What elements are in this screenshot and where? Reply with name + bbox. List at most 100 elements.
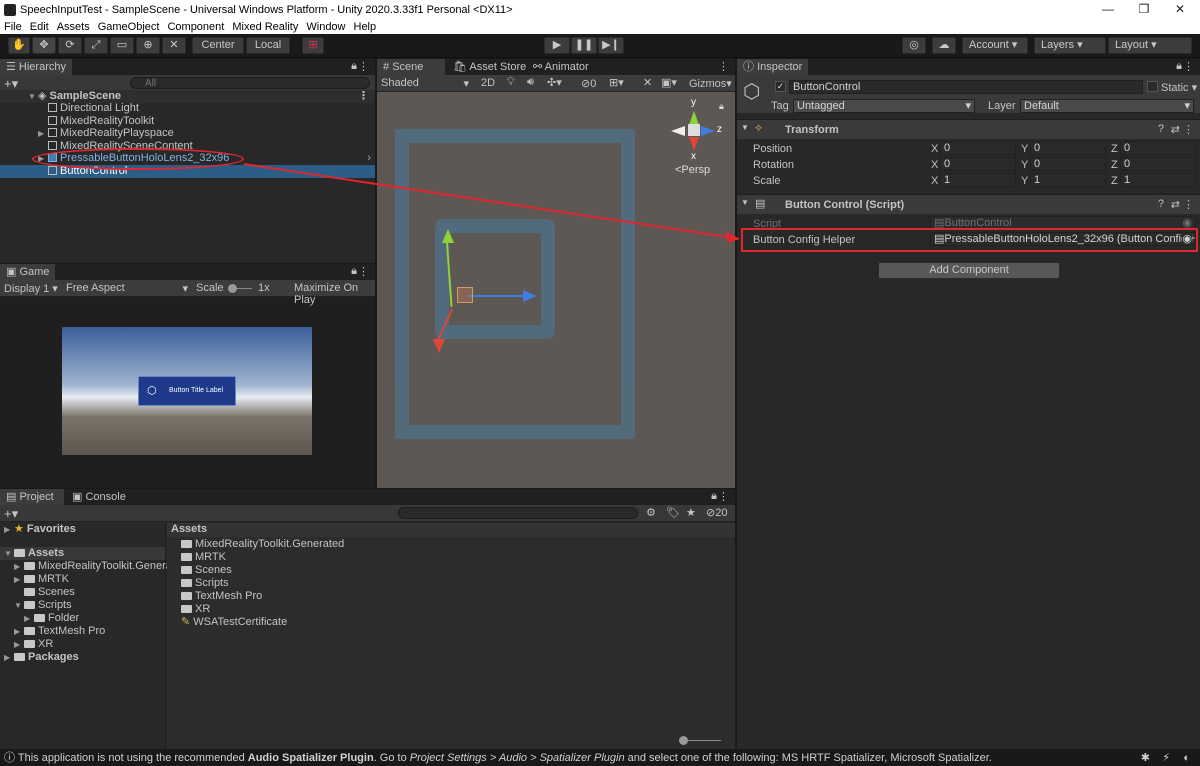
panel-menu-icon[interactable]: ⋮ <box>1183 60 1194 73</box>
bug-icon[interactable]: ✱ <box>1141 750 1150 766</box>
preset-icon[interactable]: ⇄ <box>1171 198 1180 211</box>
progress-icon[interactable]: ⚡ <box>1162 750 1170 766</box>
cloud-icon[interactable]: ☁ <box>932 37 956 54</box>
menu-window[interactable]: Window <box>302 21 349 33</box>
rotation-y-input[interactable]: 0 <box>1030 157 1106 171</box>
tab-asset-store[interactable]: 🛍︎ Asset Store <box>447 59 532 75</box>
search-by-type-icon[interactable]: ⚙ <box>646 506 656 519</box>
static-checkbox[interactable] <box>1147 81 1158 92</box>
tab-hierarchy[interactable]: ☰ Hierarchy <box>0 59 72 75</box>
collapse-icon[interactable]: ▶ <box>14 625 24 638</box>
tree-item-mrtk-generated[interactable]: ▶ MixedRealityToolkit.Genera <box>0 560 172 573</box>
orientation-gizmo[interactable]: y z x <box>671 97 723 167</box>
tab-project[interactable]: ▤ Project <box>0 489 64 505</box>
create-plus-icon[interactable]: +▾ <box>4 506 18 522</box>
asset-item-mrtk[interactable]: MRTK <box>167 551 735 564</box>
menu-gameobject[interactable]: GameObject <box>94 21 164 33</box>
axis-y-cone-icon[interactable] <box>689 111 699 125</box>
collapse-icon[interactable]: ▶ <box>24 612 34 625</box>
menu-component[interactable]: Component <box>163 21 228 33</box>
tree-item-textmesh-pro[interactable]: ▶ TextMesh Pro <box>0 625 165 638</box>
menu-edit[interactable]: Edit <box>26 21 53 33</box>
close-button[interactable]: ✕ <box>1160 0 1200 19</box>
lighting-icon[interactable]: 💡︎ <box>507 76 515 89</box>
aspect-dropdown[interactable]: Free Aspect ▾ <box>66 282 190 295</box>
chevron-right-icon[interactable]: › <box>367 152 371 165</box>
tree-item-mrtk[interactable]: ▶ MRTK <box>0 573 165 586</box>
scale-tool-icon[interactable]: ⤢ <box>84 37 108 54</box>
button-control-header[interactable]: ▼ ▤ Button Control (Script) ? ⇄ ⋮ <box>737 194 1200 214</box>
rotation-z-input[interactable]: 0 <box>1120 157 1196 171</box>
step-button[interactable]: ▶❙ <box>598 37 624 54</box>
assets-row[interactable]: ▼ Assets <box>0 547 165 560</box>
grid-icon[interactable]: ⊞▾ <box>609 76 624 89</box>
expand-icon[interactable]: ▼ <box>741 198 749 207</box>
tree-item-scenes[interactable]: Scenes <box>0 586 165 599</box>
help-icon[interactable]: ? <box>1158 198 1164 210</box>
collapse-icon[interactable]: ▶ <box>14 638 24 651</box>
project-search-input[interactable] <box>398 507 638 519</box>
shading-dropdown[interactable]: Shaded ▾ <box>381 77 469 90</box>
toggle-2d-button[interactable]: 2D <box>481 77 495 89</box>
tools-icon[interactable]: ✕ <box>643 76 652 89</box>
rect-tool-icon[interactable]: ▭ <box>110 37 134 54</box>
axis-center-cube-icon[interactable] <box>688 124 700 136</box>
favorite-star-icon[interactable]: ★ <box>686 506 696 519</box>
play-button[interactable]: ▶ <box>544 37 570 54</box>
lock-icon[interactable]: 🔒︎ <box>351 265 357 278</box>
account-dropdown[interactable]: Account ▾ <box>962 37 1028 54</box>
transform-tool-icon[interactable]: ⊕ <box>136 37 160 54</box>
pause-button[interactable]: ❚❚ <box>571 37 597 54</box>
axis-x-cone-icon[interactable] <box>689 137 699 151</box>
tag-dropdown[interactable]: Untagged ▾ <box>793 99 975 113</box>
position-y-input[interactable]: 0 <box>1030 141 1106 155</box>
layers-dropdown[interactable]: Layers ▾ <box>1034 37 1106 54</box>
assets-breadcrumb[interactable]: Assets <box>167 523 735 537</box>
expand-icon[interactable]: ▼ <box>14 599 24 612</box>
custom-tool-icon[interactable]: ✕ <box>162 37 186 54</box>
panel-menu-icon[interactable]: ⋮ <box>358 60 369 73</box>
menu-help[interactable]: Help <box>350 21 381 33</box>
axis-z-cone-icon[interactable] <box>701 126 715 136</box>
persp-label[interactable]: <Persp <box>675 164 710 176</box>
scene-lock-icon[interactable]: 🔒︎ <box>719 101 724 112</box>
hand-tool-icon[interactable]: ✋ <box>8 37 30 54</box>
lock-icon[interactable]: 🔒︎ <box>1176 60 1182 73</box>
lock-icon[interactable]: 🔒︎ <box>351 60 357 73</box>
asset-item-wsa-certificate[interactable]: ✎ WSATestCertificate <box>167 616 735 629</box>
collab-icon[interactable]: ◎ <box>902 37 926 54</box>
game-viewport[interactable]: ⬡ Button Title Label <box>62 327 312 455</box>
lock-icon[interactable]: 🔒︎ <box>711 490 717 503</box>
gizmo-z-arrow-icon[interactable] <box>523 290 537 302</box>
scale-x-input[interactable]: 1 <box>940 173 1016 187</box>
pivot-center-button[interactable]: Center <box>192 37 244 54</box>
panel-menu-icon[interactable]: ⋮ <box>718 60 729 73</box>
tab-console[interactable]: ▣ Console <box>66 489 132 505</box>
search-by-label-icon[interactable]: 🏷︎ <box>666 506 680 519</box>
collapse-icon[interactable]: ▶ <box>38 127 48 140</box>
minimize-button[interactable]: — <box>1088 0 1128 19</box>
asset-item-scenes[interactable]: Scenes <box>167 564 735 577</box>
effects-icon[interactable]: ✣▾ <box>547 76 562 89</box>
grid-snap-icon[interactable]: ⊞ <box>302 37 324 54</box>
tab-game[interactable]: ▣ Game <box>0 264 56 280</box>
scale-slider-handle[interactable] <box>228 284 237 293</box>
game-pressable-button[interactable]: ⬡ Button Title Label <box>138 376 236 406</box>
icon-size-slider-handle[interactable] <box>679 736 688 745</box>
hierarchy-search-input[interactable] <box>130 77 370 89</box>
expand-icon[interactable]: ▼ <box>741 123 749 132</box>
collapse-icon[interactable]: ▶ <box>14 560 24 573</box>
asset-item-textmesh-pro[interactable]: TextMesh Pro <box>167 590 735 603</box>
static-dropdown[interactable]: Static ▾ <box>1161 81 1197 94</box>
add-component-button[interactable]: Add Component <box>878 262 1060 279</box>
maximize-on-play-toggle[interactable]: Maximize On Play <box>294 282 375 306</box>
expand-icon[interactable]: ▼ <box>4 547 14 560</box>
layer-dropdown[interactable]: Default ▾ <box>1020 99 1194 113</box>
panel-menu-icon[interactable]: ⋮ <box>718 490 729 503</box>
packages-row[interactable]: ▶ Packages <box>0 651 165 664</box>
gizmo-y-arrow-icon[interactable] <box>442 229 454 243</box>
collapse-icon[interactable]: ▶ <box>14 573 24 586</box>
rotation-x-input[interactable]: 0 <box>940 157 1016 171</box>
hidden-objects-icon[interactable]: ⊘0 <box>581 77 596 90</box>
asset-item-scripts[interactable]: Scripts <box>167 577 735 590</box>
